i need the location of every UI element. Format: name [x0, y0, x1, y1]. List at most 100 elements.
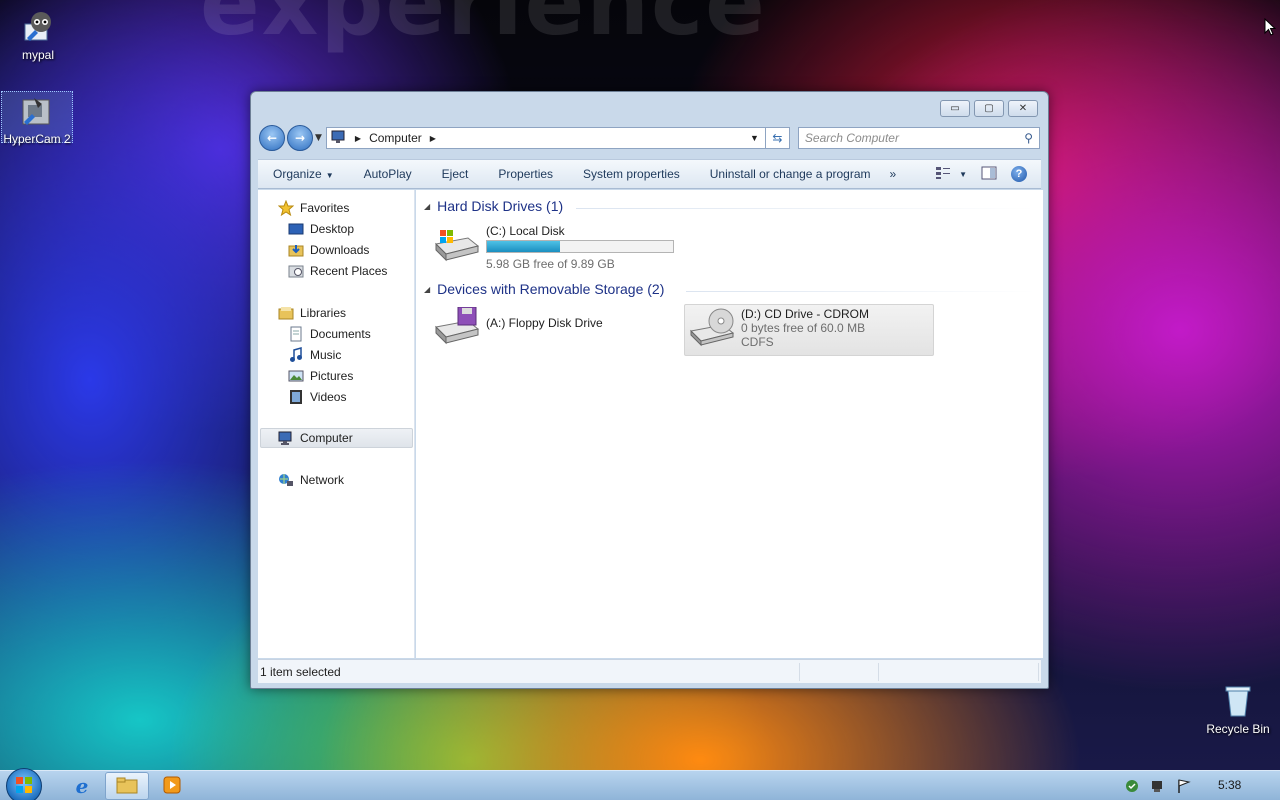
- breadcrumb-chevron-icon[interactable]: ▶: [355, 134, 361, 143]
- drive-free-space: 0 bytes free of 60.0 MB: [741, 321, 866, 335]
- help-icon[interactable]: ?: [1011, 166, 1027, 182]
- back-button[interactable]: ←: [259, 125, 285, 151]
- group-header-removable[interactable]: ◢ Devices with Removable Storage (2): [424, 281, 664, 297]
- group-title: Devices with Removable Storage (2): [437, 281, 665, 297]
- uninstall-program-button[interactable]: Uninstall or change a program: [695, 167, 886, 181]
- drive-c-local-disk[interactable]: (C:) Local Disk 5.98 GB free of 9.89 GB: [432, 224, 674, 271]
- breadcrumb-chevron-icon[interactable]: ▶: [430, 134, 436, 143]
- taskbar-internet-explorer[interactable]: e: [60, 772, 104, 800]
- documents-icon: [288, 326, 304, 342]
- close-button[interactable]: ✕: [1008, 100, 1038, 117]
- nav-label: Documents: [310, 327, 371, 341]
- forward-arrow-icon: →: [294, 131, 306, 145]
- nav-videos[interactable]: Videos: [288, 387, 346, 407]
- address-bar[interactable]: ▶ Computer ▶ ▼: [325, 127, 766, 149]
- nav-recent-places[interactable]: Recent Places: [288, 261, 387, 281]
- network-icon: [278, 472, 294, 488]
- taskbar-clock[interactable]: 5:38: [1218, 778, 1241, 792]
- desktop-icon-mypal[interactable]: mypal: [2, 8, 74, 62]
- libraries-icon: [278, 305, 294, 321]
- nav-desktop[interactable]: Desktop: [288, 219, 354, 239]
- address-dropdown-icon[interactable]: ▼: [750, 133, 765, 143]
- nav-pictures[interactable]: Pictures: [288, 366, 353, 386]
- drive-filesystem: CDFS: [741, 335, 774, 349]
- desktop-icon-label: HyperCam 2: [3, 132, 71, 146]
- nav-label: Computer: [300, 431, 353, 445]
- nav-label: Favorites: [300, 201, 350, 215]
- breadcrumb-computer[interactable]: Computer: [369, 131, 422, 145]
- nav-label: Music: [310, 348, 342, 362]
- disk-usage-bar: [486, 240, 674, 253]
- search-input[interactable]: Search Computer ⚲: [797, 127, 1040, 149]
- properties-button[interactable]: Properties: [483, 167, 568, 181]
- back-arrow-icon: ←: [266, 131, 278, 145]
- star-icon: [277, 199, 295, 217]
- drive-d-content: (D:) CD Drive - CDROM 0 bytes free of 60…: [687, 307, 869, 349]
- videos-icon: [288, 389, 304, 405]
- system-properties-button[interactable]: System properties: [568, 167, 695, 181]
- nav-network[interactable]: Network: [278, 470, 344, 490]
- nav-documents[interactable]: Documents: [288, 324, 371, 344]
- recent-places-icon: [288, 263, 304, 279]
- drive-name: (C:) Local Disk: [486, 224, 565, 238]
- nav-label: Network: [300, 473, 345, 487]
- content-pane: ◢ Hard Disk Drives (1) (C:) Local Disk 5…: [416, 190, 1043, 658]
- media-player-icon: [163, 776, 181, 797]
- nav-label: Desktop: [310, 222, 355, 236]
- nav-downloads[interactable]: Downloads: [288, 240, 369, 260]
- organize-button[interactable]: Organize ▼: [258, 167, 349, 181]
- refresh-icon: ⇆: [772, 131, 783, 145]
- minimize-button[interactable]: ▭: [940, 100, 970, 117]
- drive-name: (A:) Floppy Disk Drive: [486, 316, 603, 330]
- nav-libraries[interactable]: Libraries: [278, 303, 346, 323]
- drive-free-space: 5.98 GB free of 9.89 GB: [486, 257, 615, 271]
- nav-label: Downloads: [310, 243, 370, 257]
- taskbar-windows-explorer[interactable]: [105, 772, 149, 800]
- start-button[interactable]: [6, 768, 42, 800]
- nav-label: Pictures: [310, 369, 354, 383]
- change-view-button[interactable]: ▼: [935, 166, 967, 183]
- desktop-icon-label: Recycle Bin: [1206, 722, 1270, 736]
- internet-explorer-icon: e: [75, 774, 89, 798]
- nav-label: Libraries: [300, 306, 347, 320]
- nav-music[interactable]: Music: [288, 345, 341, 365]
- autoplay-button[interactable]: AutoPlay: [349, 167, 427, 181]
- group-title: Hard Disk Drives (1): [437, 198, 564, 214]
- search-placeholder: Search Computer: [804, 131, 899, 145]
- refresh-button[interactable]: ⇆: [765, 127, 790, 149]
- command-bar: Organize ▼ AutoPlay Eject Properties Syst…: [258, 159, 1041, 189]
- disk-usage-fill: [487, 241, 561, 252]
- tray-network-icon[interactable]: [1150, 778, 1166, 797]
- maximize-button[interactable]: ▢: [974, 100, 1004, 117]
- more-commands-button[interactable]: »: [886, 167, 901, 181]
- mouse-cursor-icon: [1264, 17, 1277, 36]
- chevron-down-icon: ▼: [325, 171, 334, 180]
- nav-favorites[interactable]: Favorites: [277, 198, 350, 218]
- desktop-icon-recycle-bin[interactable]: Recycle Bin: [1204, 684, 1272, 736]
- tray-security-icon[interactable]: [1124, 778, 1140, 797]
- search-icon[interactable]: ⚲: [1024, 131, 1033, 145]
- group-header-hard-disks[interactable]: ◢ Hard Disk Drives (1): [424, 198, 563, 214]
- hypercam-icon: [20, 94, 54, 128]
- recent-pages-dropdown[interactable]: ▼: [315, 133, 322, 143]
- desktop-icon-hypercam[interactable]: HyperCam 2: [1, 91, 73, 146]
- computer-icon: [331, 130, 347, 147]
- forward-button[interactable]: →: [287, 125, 313, 151]
- tray-action-center-flag-icon[interactable]: [1176, 778, 1192, 797]
- drive-a-floppy[interactable]: (A:) Floppy Disk Drive: [432, 306, 603, 347]
- mypal-icon: [21, 10, 55, 44]
- drive-name: (D:) CD Drive - CDROM: [741, 307, 869, 321]
- computer-icon: [278, 430, 294, 446]
- drive-d-cdrom[interactable]: (D:) CD Drive - CDROM 0 bytes free of 60…: [684, 304, 934, 356]
- eject-button[interactable]: Eject: [427, 167, 484, 181]
- recycle-bin-icon: [1223, 684, 1253, 718]
- status-divider: [878, 663, 879, 681]
- collapse-triangle-icon: ◢: [424, 201, 431, 211]
- nav-computer[interactable]: Computer: [260, 428, 413, 448]
- taskbar-media-player[interactable]: [150, 772, 194, 800]
- nav-label: Videos: [310, 390, 347, 404]
- preview-pane-button[interactable]: [981, 166, 997, 183]
- downloads-folder-icon: [288, 242, 304, 258]
- nav-label: Recent Places: [310, 264, 388, 278]
- explorer-window: ▭ ▢ ✕ ← → ▼ ▶ Computer ▶ ▼ ⇆ Search Comp…: [250, 91, 1049, 689]
